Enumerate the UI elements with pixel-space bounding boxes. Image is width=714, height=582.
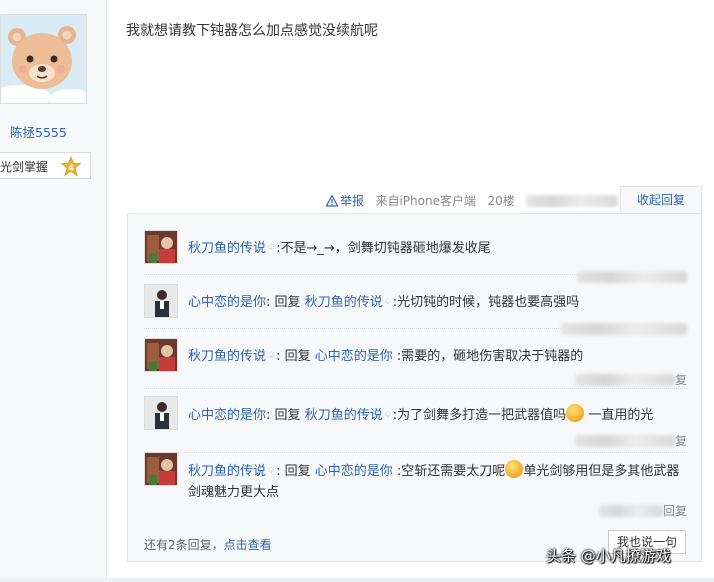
reply-text: 秋刀鱼的传说♤: 回复 心中恋的是你 :空斩还需要太刀呢 单光剑够用但是多其他武器… [188,460,683,503]
reply-action-link[interactable]: 复 [675,373,687,387]
post-content: 我就想请教下钝器怎么加点感觉没续航呢 [126,23,378,39]
reply-text: 秋刀鱼的传说♤: 回复 心中恋的是你 :需要的，砸地伤害取决于钝器的 [188,349,584,364]
reply-avatar[interactable] [144,284,178,318]
author-sidebar: 陈拯5555 光剑掌握 4 [0,0,107,582]
report-link[interactable]: 举报 [340,194,364,208]
reply-content: :光切钝的时候，钝器也要高强吗 [392,295,580,310]
blurred-reply-time [598,505,663,517]
blurred-timestamp [526,195,619,207]
bottom-divider [0,578,714,582]
reply-author-link[interactable]: 心中恋的是你 [188,408,266,423]
reply-text: 心中恋的是你: 回复 秋刀鱼的传说♤:光切钝的时候，钝器也要高强吗 [188,295,580,310]
post-source: 来自iPhone客户端 [375,194,476,208]
reply-prefix: 回复 [274,408,301,423]
user-photo-icon [145,231,177,263]
reply-author-link[interactable]: 心中恋的是你 [188,295,266,310]
post-meta: 举报 来自iPhone客户端 20楼 [326,192,619,209]
reply-item: 秋刀鱼的传说♤:不是→_→，剑舞切钝器砸地爆发收尾 [144,230,687,283]
user-photo-icon [145,339,177,371]
reply-panel: 秋刀鱼的传说♤:不是→_→，剑舞切钝器砸地爆发收尾 心中恋的是你: 回复 秋刀鱼… [127,213,702,562]
vip-icon: ♤ [383,410,392,420]
reply-item: 心中恋的是你: 回复 秋刀鱼的传说♤:光切钝的时候，钝器也要高强吗 [144,284,687,335]
reply-content-cont: 一直用的光 [588,408,654,423]
warning-icon [326,195,338,207]
vip-icon: ♤ [267,351,276,361]
reply-meta [561,322,687,336]
reply-author-link[interactable]: 秋刀鱼的传说 [188,464,266,479]
post-floor: 20楼 [487,194,515,208]
vip-icon: ♤ [383,297,392,307]
reply-text: 秋刀鱼的传说♤:不是→_→，剑舞切钝器砸地爆发收尾 [188,238,683,259]
reply-content: :不是→_→，剑舞切钝器砸地爆发收尾 [276,241,491,256]
reply-item: 秋刀鱼的传说♤: 回复 心中恋的是你 :空斩还需要太刀呢 单光剑够用但是多其他武器… [144,452,687,518]
rank-label: 光剑掌握 [0,160,49,174]
view-more-link[interactable]: 点击查看 [224,538,272,552]
user-photo-icon [145,285,177,317]
reply-content: :需要的，砸地伤害取决于钝器的 [396,349,584,364]
vip-icon: ♤ [267,243,276,253]
reply-action-link[interactable]: 复 [675,434,687,448]
rank-badge[interactable]: 光剑掌握 4 [0,152,91,179]
reply-content: :空斩还需要太刀呢 [396,464,506,479]
reply-text: 心中恋的是你: 回复 秋刀鱼的传说♤:为了剑舞多打造一把武器值吗 一直用的光 [188,404,683,426]
reply-meta: 回复 [598,502,687,519]
reply-prefix: 回复 [274,295,301,310]
reply-avatar[interactable] [144,452,178,486]
user-photo-icon [145,397,177,429]
reply-meta: 复 [574,432,687,449]
blurred-reply-time [561,323,687,335]
reply-item: 秋刀鱼的传说♤: 回复 心中恋的是你 :需要的，砸地伤害取决于钝器的 复 [144,338,687,389]
reply-author-link[interactable]: 秋刀鱼的传说 [188,241,266,256]
reply-meta [577,270,687,284]
reply-item: 心中恋的是你: 回复 秋刀鱼的传说♤:为了剑舞多打造一把武器值吗 一直用的光 复 [144,396,687,453]
reply-target-link[interactable]: 心中恋的是你 [315,349,393,364]
reply-target-link[interactable]: 秋刀鱼的传说 [305,408,383,423]
reply-target-link[interactable]: 心中恋的是你 [315,464,393,479]
bear-avatar-icon [1,15,86,103]
reply-prefix: 回复 [284,349,311,364]
laughing-emoji-icon [505,460,524,478]
reply-prefix: 回复 [284,464,311,479]
rank-level-number: 4 [68,164,74,173]
rank-level-star-icon: 4 [60,156,82,177]
reply-avatar[interactable] [144,338,178,372]
more-replies-count: 还有2条回复， [144,538,224,552]
reply-author-link[interactable]: 秋刀鱼的传说 [188,349,266,364]
reply-content: :为了剑舞多打造一把武器值吗 [392,408,567,423]
toutiao-watermark: 头条 @小凡撩游戏 [546,547,671,565]
blurred-reply-time [574,435,675,447]
crying-emoji-icon [566,404,585,422]
blurred-reply-time [574,374,675,386]
author-username[interactable]: 陈拯5555 [10,122,67,141]
user-photo-icon [145,453,177,485]
blurred-reply-time [577,271,687,283]
reply-action-link[interactable]: 回复 [663,504,687,518]
more-replies: 还有2条回复，点击查看 [144,536,272,553]
reply-meta: 复 [574,371,687,388]
reply-avatar[interactable] [144,230,178,264]
author-avatar[interactable] [0,14,87,104]
reply-avatar[interactable] [144,396,178,430]
collapse-replies-button[interactable]: 收起回复 [620,186,702,214]
vip-icon: ♤ [267,466,276,476]
reply-target-link[interactable]: 秋刀鱼的传说 [305,295,383,310]
